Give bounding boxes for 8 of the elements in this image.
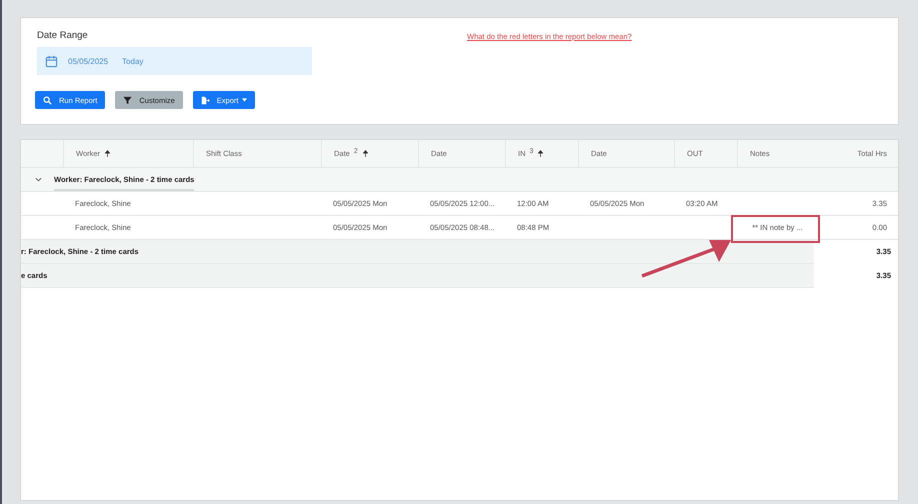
chevron-down-icon[interactable] [35, 177, 42, 182]
calendar-icon [45, 54, 58, 68]
search-icon [43, 96, 52, 104]
file-export-icon [200, 96, 210, 104]
date-range-field[interactable]: 05/05/2025 Today [37, 47, 312, 75]
caret-icon [242, 98, 248, 102]
date-range-label: Date Range [37, 30, 89, 41]
filter-icon [123, 96, 132, 104]
